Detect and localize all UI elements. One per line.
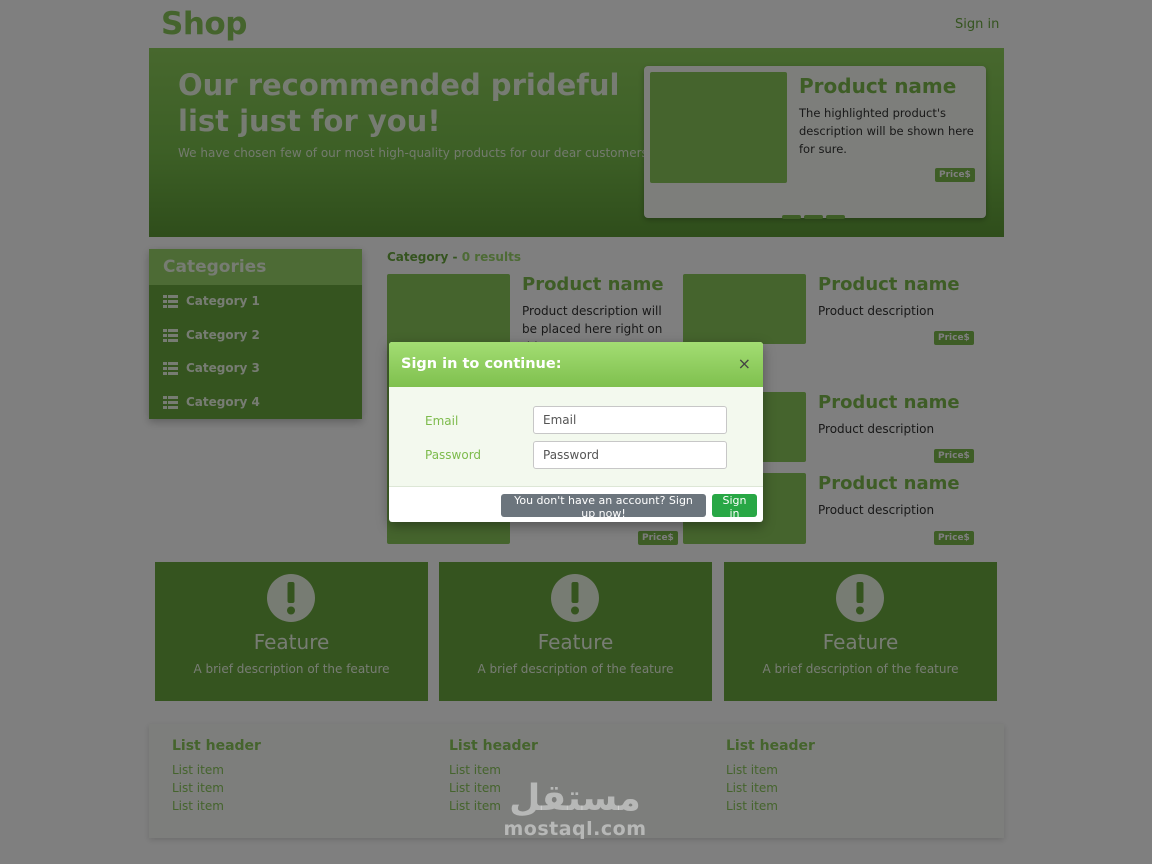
- password-label: Password: [425, 448, 482, 462]
- signup-button[interactable]: You don't have an account? Sign up now!: [501, 494, 706, 520]
- watermark-latin: mostaql.com: [503, 818, 647, 840]
- close-icon[interactable]: ×: [738, 354, 751, 373]
- signin-button[interactable]: Sign in: [712, 494, 757, 520]
- signin-modal: Sign in to continue: × Email Password Yo…: [389, 342, 763, 522]
- page: Shop Sign in Our recommended prideful li…: [0, 0, 1152, 864]
- modal-body: Email Password: [389, 387, 763, 487]
- watermark-arabic: مستقل: [509, 778, 641, 819]
- password-field[interactable]: [533, 441, 727, 469]
- email-label: Email: [425, 414, 459, 428]
- email-field[interactable]: [533, 406, 727, 434]
- modal-title: Sign in to continue:: [401, 356, 562, 372]
- modal-header: Sign in to continue: ×: [389, 342, 763, 387]
- watermark: مستقل mostaql.com: [500, 778, 650, 841]
